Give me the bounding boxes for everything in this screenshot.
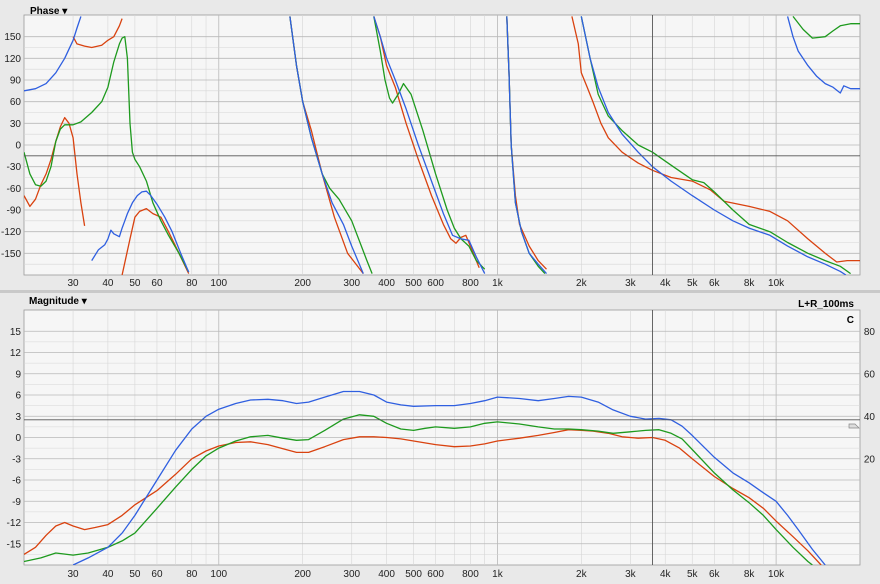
phase-y-tick-label: -60 (7, 184, 22, 195)
phase-x-tick-label: 10k (768, 278, 785, 289)
magnitude-x-tick-label: 8k (744, 569, 756, 580)
magnitude-x-tick-label: 1k (492, 569, 504, 580)
magnitude-x-tick-label: 30 (68, 569, 80, 580)
magnitude-panel: 15129630-3-6-9-12-15 80604020 30 40 50 60 80… (7, 296, 876, 580)
phase-x-tick-label: 50 (129, 278, 141, 289)
legend-trace-name: L+R_100ms (798, 299, 854, 310)
phase-y-tick-label: 150 (4, 32, 21, 43)
magnitude-y-tick-label: 0 (15, 433, 21, 444)
magnitude-y-tick-label: 9 (15, 369, 21, 380)
phase-panel: 1501209060300-30-60-90-120-150 30 40 50 60 8… (1, 6, 861, 289)
magnitude-x-tick-label: 50 (129, 569, 141, 580)
phase-x-tick-label: 300 (343, 278, 360, 289)
right-axis-tick-label: 80 (864, 327, 876, 338)
magnitude-x-tick-label: 300 (343, 569, 360, 580)
magnitude-y-tick-label: -9 (12, 497, 21, 508)
magnitude-x-tick-label: 2k (576, 569, 588, 580)
right-axis-tick-label: 60 (864, 369, 876, 380)
phase-x-tick-label: 4k (660, 278, 672, 289)
magnitude-y-tick-label: -12 (7, 518, 22, 529)
magnitude-y-tick-label: 6 (15, 391, 21, 402)
magnitude-x-tick-label: 100 (210, 569, 227, 580)
magnitude-y-tick-label: -3 (12, 454, 21, 465)
magnitude-right-tick-labels: 80 60 40 20 (864, 327, 876, 466)
magnitude-x-tick-label: 800 (462, 569, 479, 580)
phase-x-tick-labels: 30 40 50 60 80 100 200 300 400 500 600 800 1k 2k 3k 4k 5… (68, 278, 786, 289)
graph-canvas: 1501209060300-30-60-90-120-150 30 40 50 60 8… (0, 6, 880, 580)
phase-y-tick-label: 60 (10, 97, 22, 108)
magnitude-y-tick-label: 3 (15, 412, 21, 423)
phase-x-tick-label: 5k (687, 278, 699, 289)
panel-divider[interactable] (0, 290, 880, 293)
phase-x-tick-label: 6k (709, 278, 721, 289)
magnitude-x-tick-label: 10k (768, 569, 785, 580)
phase-title[interactable]: Phase ▾ (30, 6, 68, 17)
phase-x-tick-label: 600 (427, 278, 444, 289)
magnitude-x-tick-label: 5k (687, 569, 699, 580)
phase-x-tick-label: 1k (492, 278, 504, 289)
magnitude-y-tick-label: -15 (7, 539, 22, 550)
phase-y-tick-label: -120 (1, 227, 21, 238)
magnitude-x-tick-label: 500 (405, 569, 422, 580)
phase-x-tick-label: 80 (186, 278, 198, 289)
phase-y-tick-label: -150 (1, 249, 21, 260)
magnitude-x-tick-label: 3k (625, 569, 637, 580)
phase-x-tick-label: 40 (102, 278, 114, 289)
phase-x-tick-label: 500 (405, 278, 422, 289)
phase-x-tick-label: 800 (462, 278, 479, 289)
magnitude-title[interactable]: Magnitude ▾ (29, 296, 88, 307)
magnitude-x-tick-label: 40 (102, 569, 114, 580)
magnitude-y-tick-labels: 15 12 9 6 3 0 -3 -6 -9 -12 -15 (7, 327, 22, 551)
magnitude-x-tick-label: 600 (427, 569, 444, 580)
phase-y-tick-label: 120 (4, 54, 21, 65)
magnitude-y-tick-label: 15 (10, 327, 22, 338)
magnitude-x-tick-labels: 30 40 50 60 80 100 200 300 400 500 600 800 1k 2k 3k 4k 5… (68, 569, 786, 580)
phase-y-tick-label: 90 (10, 76, 22, 87)
magnitude-x-tick-label: 400 (378, 569, 395, 580)
magnitude-x-tick-label: 80 (186, 569, 198, 580)
magnitude-x-tick-label: 200 (294, 569, 311, 580)
phase-y-tick-label: -30 (7, 162, 22, 173)
phase-x-tick-label: 8k (744, 278, 756, 289)
phase-x-tick-label: 3k (625, 278, 637, 289)
phase-x-tick-label: 200 (294, 278, 311, 289)
magnitude-y-tick-label: 12 (10, 348, 22, 359)
phase-y-tick-label: 0 (15, 141, 21, 152)
right-axis-tick-label: 20 (864, 454, 876, 465)
right-axis-tick-label: 40 (864, 412, 876, 423)
magnitude-x-tick-label: 6k (709, 569, 721, 580)
phase-y-tick-labels: 150 120 90 60 30 0 -30 -60 -90 -120 -150 (1, 32, 21, 260)
magnitude-x-tick-label: 4k (660, 569, 672, 580)
phase-x-tick-label: 100 (210, 278, 227, 289)
phase-x-tick-label: 2k (576, 278, 588, 289)
phase-y-tick-label: -90 (7, 206, 22, 217)
legend-channel: C (847, 315, 854, 326)
phase-x-tick-label: 30 (68, 278, 80, 289)
phase-y-tick-label: 30 (10, 119, 22, 130)
magnitude-x-tick-label: 60 (151, 569, 163, 580)
rew-graph-window: 150 120 90 60 30 0 -30 -60 -90 -120 -150 30 40 50 60 8… (0, 0, 880, 584)
magnitude-y-tick-label: -6 (12, 476, 21, 487)
phase-x-tick-label: 60 (151, 278, 163, 289)
phase-x-tick-label: 400 (378, 278, 395, 289)
